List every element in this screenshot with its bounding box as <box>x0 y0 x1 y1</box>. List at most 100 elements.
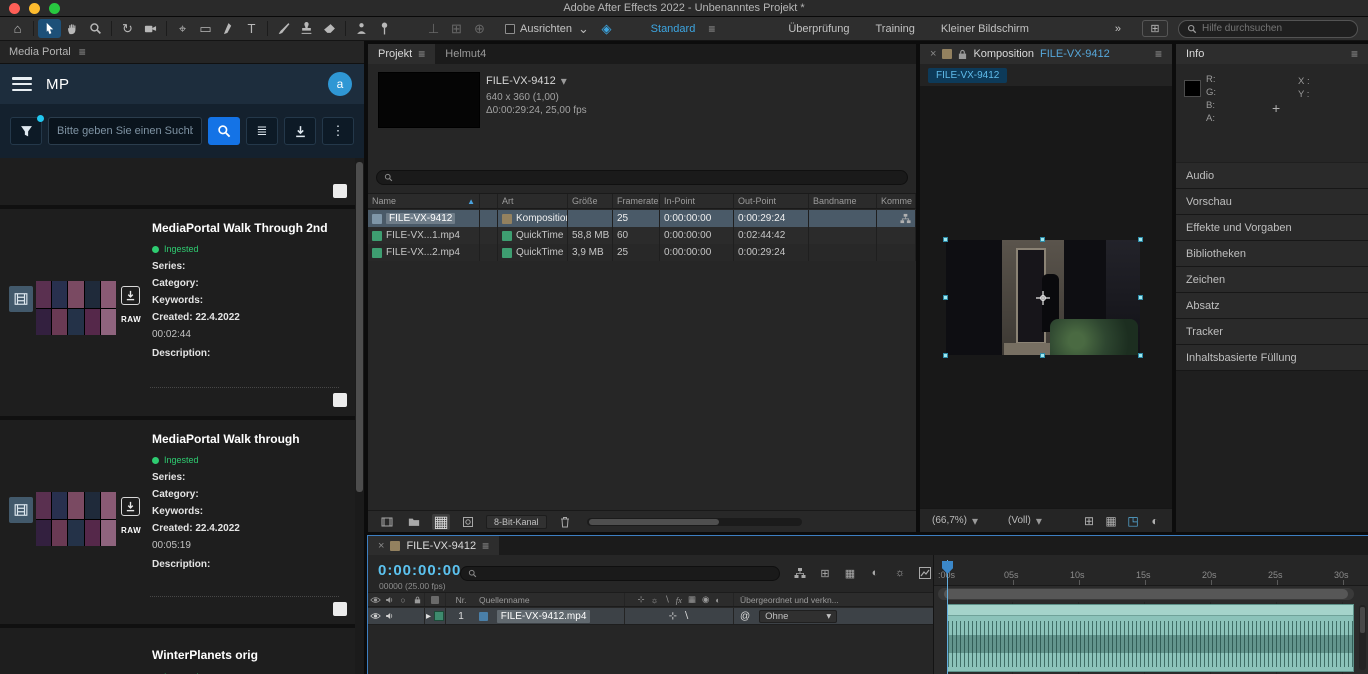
flowchart-icon[interactable] <box>900 213 911 224</box>
selection-handle[interactable] <box>1138 237 1143 242</box>
select-checkbox[interactable] <box>333 184 347 198</box>
pickwhip-icon[interactable]: @ <box>740 611 750 622</box>
project-row[interactable]: FILE-VX-9412 Komposition 25 0:00:00:00 0… <box>368 210 916 227</box>
selection-tool[interactable] <box>38 19 61 38</box>
camera-tool[interactable] <box>139 19 162 38</box>
thumbnail-collage[interactable] <box>36 281 116 335</box>
adjustment-icon[interactable]: ◐ <box>715 595 720 605</box>
source-name-column-header[interactable]: Quellenname <box>476 593 624 606</box>
scrollbar-thumb[interactable] <box>589 519 719 525</box>
layer-name[interactable]: FILE-VX-9412.mp4 <box>497 610 591 623</box>
frame-blending-icon[interactable]: ▦ <box>842 565 858 581</box>
tab-komposition[interactable]: × Komposition FILE-VX-9412 ≡ <box>920 44 1172 64</box>
thumbnail-view-icon[interactable]: ▦ <box>432 514 450 530</box>
tab-projekt[interactable]: Projekt ≡ <box>368 44 435 64</box>
draft-3d-icon[interactable]: ⊞ <box>817 565 833 581</box>
workspace-menu-icon[interactable]: ≡ <box>708 22 715 36</box>
rectangle-tool[interactable]: ▭ <box>194 19 217 38</box>
panel-tracker[interactable]: Tracker <box>1176 319 1368 345</box>
brush-tool[interactable] <box>272 19 295 38</box>
search-button[interactable] <box>208 117 240 145</box>
workspace-panel-button[interactable]: ⊞ <box>1142 20 1168 37</box>
project-row[interactable]: FILE-VX...2.mp4 QuickTime 3,9 MB 25 0:00… <box>368 244 916 261</box>
current-timecode[interactable]: 0:00:00:00 <box>378 562 461 579</box>
workspace-tab-ueberpruefung[interactable]: Überprüfung <box>788 23 849 35</box>
panel-bibliotheken[interactable]: Bibliotheken <box>1176 241 1368 267</box>
puppet-pin-tool[interactable] <box>373 19 396 38</box>
close-tab-icon[interactable]: × <box>378 540 384 552</box>
media-item-card[interactable]: WinterPlanets orig Ingested <box>0 628 355 674</box>
axis-mode-local-icon[interactable]: ⊥ <box>422 19 445 38</box>
axis-mode-view-icon[interactable]: ⊕ <box>468 19 491 38</box>
video-visibility-icon[interactable] <box>368 593 382 606</box>
selection-handle[interactable] <box>1138 295 1143 300</box>
timeline-search-box[interactable] <box>460 566 780 581</box>
time-navigator[interactable] <box>938 588 1354 600</box>
selection-handle[interactable] <box>943 353 948 358</box>
filter-button[interactable] <box>10 117 42 145</box>
transparency-grid-icon[interactable]: ⊞ <box>1080 513 1098 529</box>
workspace-overflow-icon[interactable]: » <box>1115 23 1121 35</box>
resolution-dropdown[interactable]: (Voll) ▾ <box>1004 512 1046 530</box>
workspace-tab-training[interactable]: Training <box>876 23 915 35</box>
eraser-tool[interactable] <box>318 19 341 38</box>
help-search-box[interactable] <box>1178 20 1358 38</box>
composition-viewport[interactable] <box>920 86 1172 508</box>
panel-menu-icon[interactable]: ≡ <box>482 539 489 553</box>
help-search-input[interactable] <box>1202 23 1349 34</box>
expander-icon[interactable]: ▸ <box>426 611 431 622</box>
hand-tool[interactable] <box>61 19 84 38</box>
timeline-vertical-scrollbar[interactable] <box>1359 605 1366 670</box>
home-icon[interactable]: ⌂ <box>6 19 29 38</box>
effects-icon[interactable]: fx <box>676 595 682 605</box>
media-list-scrollbar[interactable] <box>355 158 364 674</box>
selection-handle[interactable] <box>943 237 948 242</box>
selection-handle[interactable] <box>943 295 948 300</box>
shy-icon[interactable]: ⊹ <box>637 594 644 605</box>
project-horizontal-scrollbar[interactable] <box>587 518 802 526</box>
layer-duration-bar[interactable] <box>947 604 1354 672</box>
lock-icon[interactable] <box>410 593 424 606</box>
selection-handle[interactable] <box>1138 353 1143 358</box>
composition-frame[interactable] <box>946 240 1140 355</box>
pen-tool[interactable] <box>217 19 240 38</box>
media-search-input[interactable] <box>48 117 202 145</box>
video-visibility-toggle[interactable] <box>368 608 382 624</box>
more-options-button[interactable]: ⋮ <box>322 117 354 145</box>
timeline-layer-row[interactable]: ▸ 1 FILE-VX-9412.mp4 ⊹ ∖ @ Ohne ▾ <box>368 608 933 625</box>
breadcrumb[interactable]: FILE-VX-9412 <box>928 68 1007 83</box>
quality-toggle[interactable]: ∖ <box>683 611 689 622</box>
project-row[interactable]: FILE-VX...1.mp4 QuickTime 58,8 MB 60 0:0… <box>368 227 916 244</box>
quality-icon[interactable]: ∖ <box>664 594 669 605</box>
select-checkbox[interactable] <box>333 393 347 407</box>
media-portal-tab[interactable]: Media Portal ≡ <box>0 41 364 64</box>
close-tab-icon[interactable]: × <box>930 48 936 60</box>
collapse-icon[interactable]: ☼ <box>651 595 659 605</box>
new-folder-icon[interactable] <box>405 514 423 530</box>
media-item-card[interactable]: MediaPortal Walk Through 2nd Ingested Se… <box>0 209 355 416</box>
roto-brush-tool[interactable] <box>350 19 373 38</box>
scrollbar-thumb[interactable] <box>1360 607 1365 633</box>
panel-absatz[interactable]: Absatz <box>1176 293 1368 319</box>
panel-zeichen[interactable]: Zeichen <box>1176 267 1368 293</box>
media-item-card-partial[interactable] <box>0 158 355 205</box>
project-search-box[interactable] <box>376 170 908 185</box>
layer-color-chip[interactable] <box>434 611 444 621</box>
region-of-interest-icon[interactable]: ◳ <box>1124 513 1142 529</box>
selection-handle[interactable] <box>1040 237 1045 242</box>
parent-link-column-header[interactable]: Übergeordnet und verkn... <box>734 593 933 606</box>
tab-helmut4[interactable]: Helmut4 <box>435 44 496 64</box>
panel-inhaltsbasierte-fuellung[interactable]: Inhaltsbasierte Füllung <box>1176 345 1368 371</box>
interpret-footage-icon[interactable] <box>378 514 396 530</box>
project-table-header[interactable]: Name▲ Art Größe Framerate In-Point Out-P… <box>368 193 916 209</box>
panel-menu-icon[interactable]: ≡ <box>418 47 425 61</box>
tab-info[interactable]: Info ≡ <box>1176 44 1368 64</box>
select-checkbox[interactable] <box>333 602 347 616</box>
current-time-indicator-line[interactable] <box>947 560 948 674</box>
workspace-tab-kleiner-bildschirm[interactable]: Kleiner Bildschirm <box>941 23 1029 35</box>
panel-menu-icon[interactable]: ≡ <box>79 45 86 59</box>
panel-audio[interactable]: Audio <box>1176 163 1368 189</box>
trash-icon[interactable] <box>556 514 574 530</box>
navigator-thumb[interactable] <box>944 589 1348 599</box>
motion-blur-icon[interactable]: ◐ <box>867 565 883 581</box>
